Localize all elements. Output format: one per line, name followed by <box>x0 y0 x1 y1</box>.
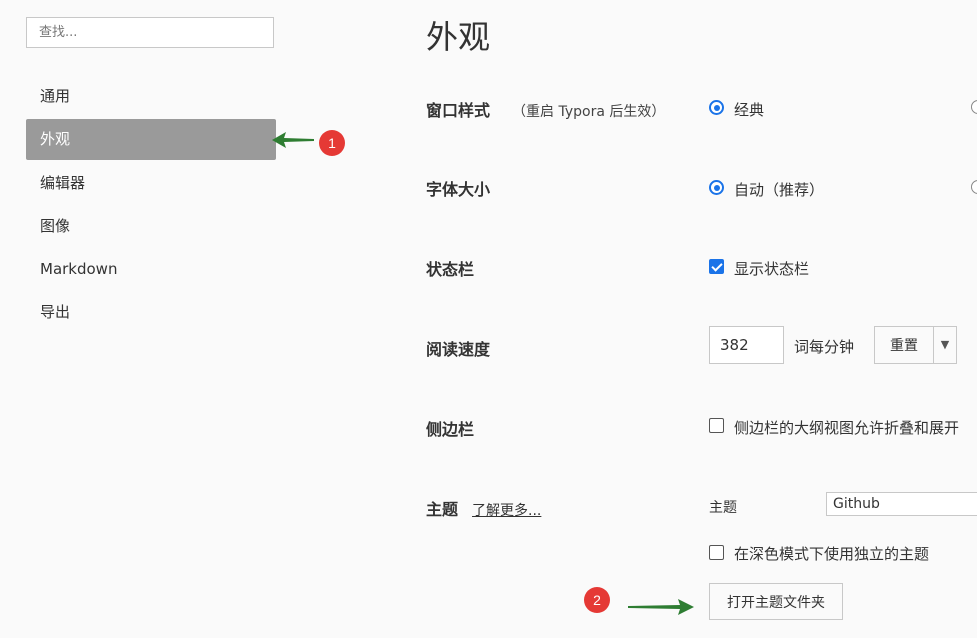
dark-mode-theme-checkbox[interactable] <box>709 545 724 560</box>
theme-label: 主题 了解更多... <box>426 496 541 520</box>
learn-more-link[interactable]: 了解更多... <box>472 503 541 519</box>
chevron-down-icon[interactable]: ▼ <box>933 326 957 364</box>
status-bar-checkbox[interactable] <box>709 259 724 274</box>
window-style-label: 窗口样式 （重启 Typora 后生效） <box>426 97 665 121</box>
preferences-window: 通用 外观 编辑器 图像 Markdown 导出 1 2 外观 窗口样式 （重启 … <box>0 0 977 638</box>
reading-speed-input[interactable] <box>709 326 784 364</box>
window-style-title: 窗口样式 <box>426 101 491 120</box>
page-title: 外观 <box>426 18 491 56</box>
sidebar-item-general[interactable]: 通用 <box>26 76 276 117</box>
theme-select-label: 主题 <box>709 500 737 516</box>
dark-mode-theme-checkbox-label: 在深色模式下使用独立的主题 <box>734 545 930 563</box>
annotation-badge-2: 2 <box>584 587 610 613</box>
reading-speed-label: 阅读速度 <box>426 340 491 359</box>
status-bar-label: 状态栏 <box>426 260 475 279</box>
open-theme-folder-button[interactable]: 打开主题文件夹 <box>709 583 843 620</box>
sidebar-item-image[interactable]: 图像 <box>26 206 276 247</box>
status-bar-checkbox-label: 显示状态栏 <box>734 260 810 278</box>
font-size-radio-other[interactable] <box>971 180 977 194</box>
theme-select[interactable]: Github <box>826 492 977 516</box>
outline-collapse-checkbox[interactable] <box>709 418 724 433</box>
sidebar-item-editor[interactable]: 编辑器 <box>26 163 276 204</box>
window-style-radio-classic[interactable] <box>709 100 724 115</box>
window-style-radio-other[interactable] <box>971 100 977 114</box>
sidebar-item-export[interactable]: 导出 <box>26 292 276 333</box>
sidebar-item-markdown[interactable]: Markdown <box>26 249 276 290</box>
reading-speed-unit: 词每分钟 <box>794 338 855 356</box>
outline-collapse-checkbox-label: 侧边栏的大纲视图允许折叠和展开 <box>734 419 960 437</box>
annotation-arrow-2-icon <box>628 599 694 615</box>
window-style-option-label: 经典 <box>734 101 765 119</box>
window-style-note: （重启 Typora 后生效） <box>512 104 666 120</box>
theme-title: 主题 <box>426 500 459 519</box>
reset-button[interactable]: 重置 <box>874 326 934 364</box>
font-size-label: 字体大小 <box>426 180 491 199</box>
font-size-option-label: 自动（推荐） <box>734 181 825 199</box>
sidebar-item-appearance[interactable]: 外观 <box>26 119 276 161</box>
annotation-arrow-1-icon <box>272 132 314 148</box>
sidebar-nav: 通用 外观 编辑器 图像 Markdown 导出 <box>26 76 276 336</box>
font-size-radio-auto[interactable] <box>709 180 724 195</box>
sidebar-setting-label: 侧边栏 <box>426 420 475 439</box>
annotation-badge-1: 1 <box>319 130 345 156</box>
search-input[interactable] <box>26 17 274 48</box>
